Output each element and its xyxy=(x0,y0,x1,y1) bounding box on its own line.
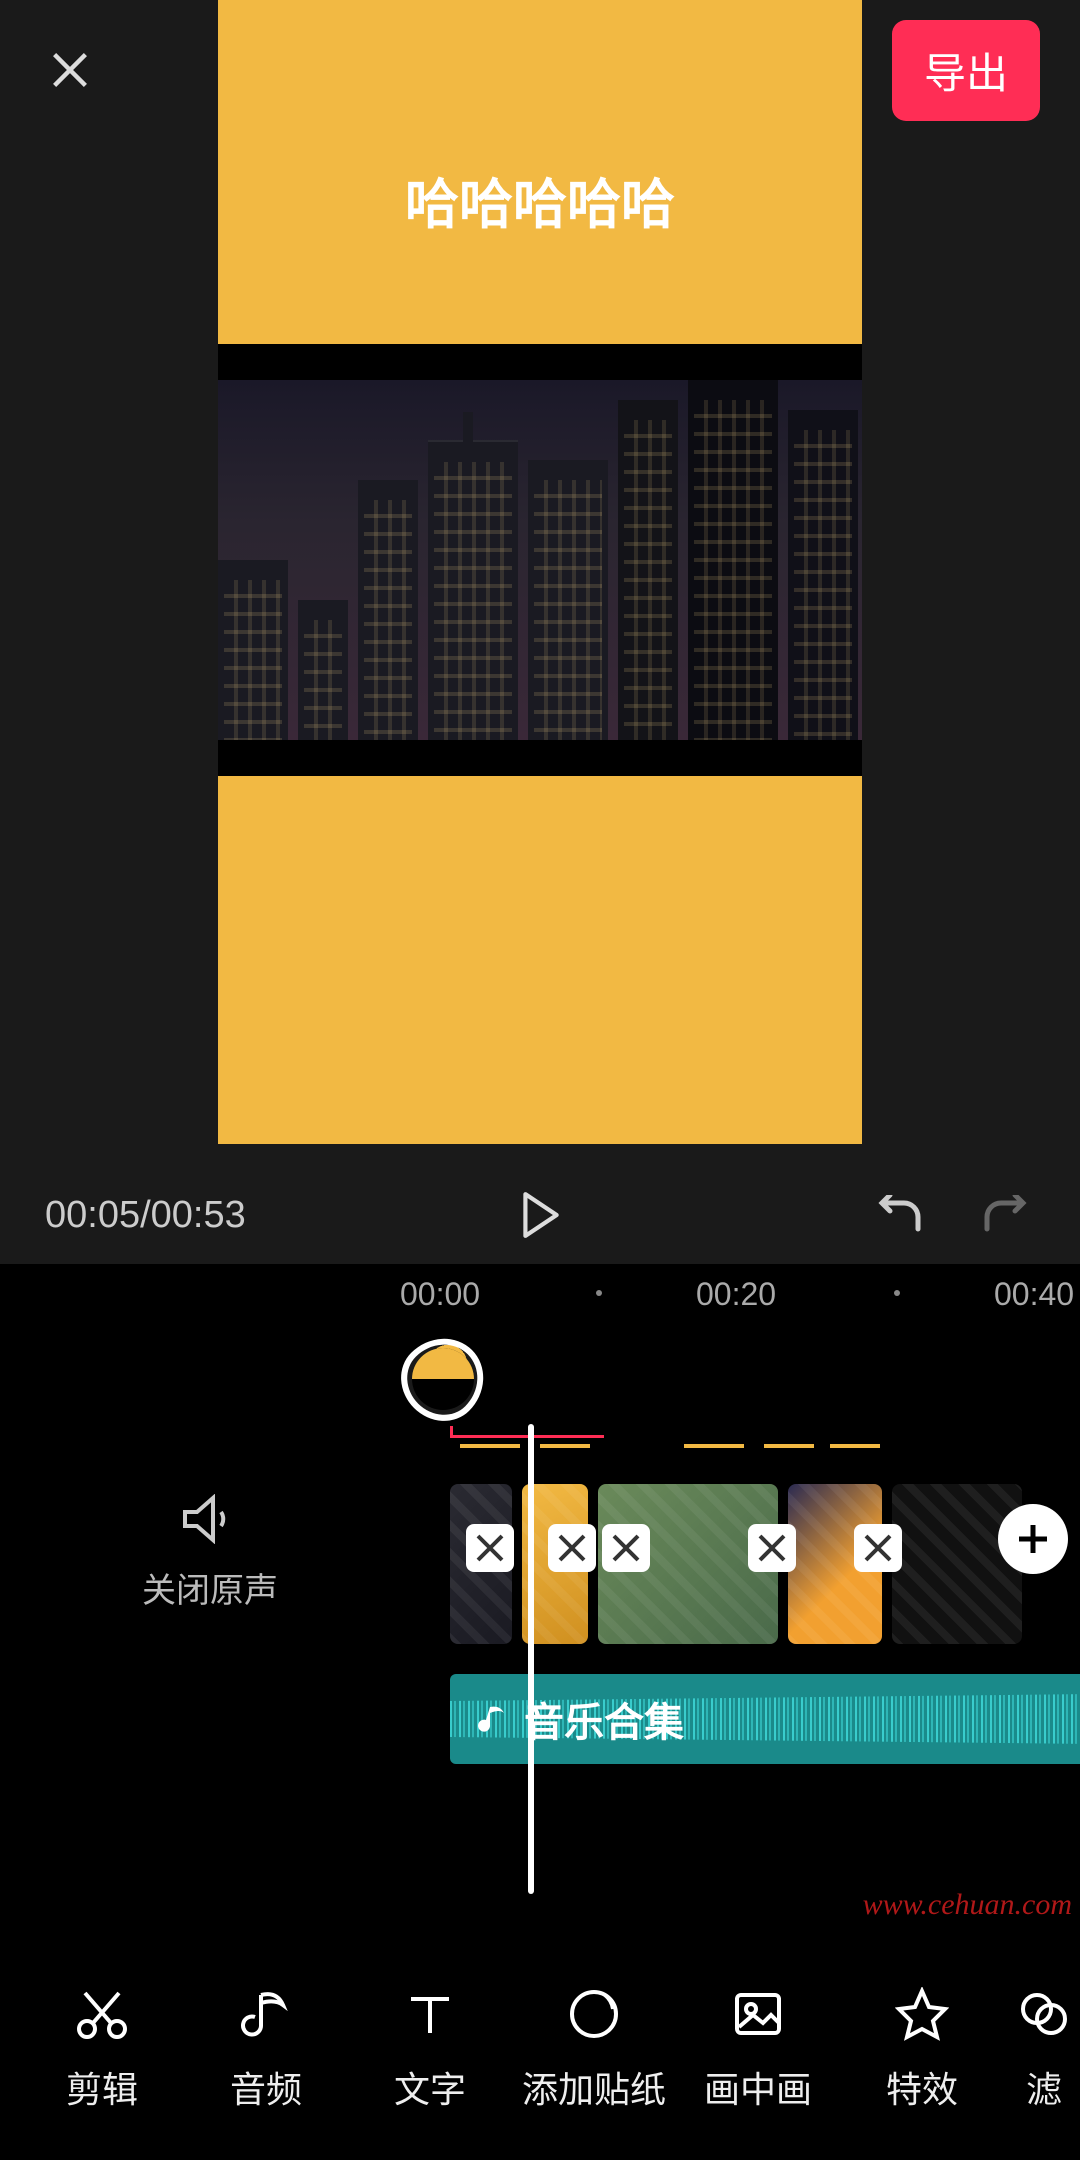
redo-button[interactable] xyxy=(975,1185,1035,1245)
audio-track-label: 音乐合集 xyxy=(524,1690,684,1748)
tool-pip[interactable]: 画中画 xyxy=(676,1987,840,2113)
tool-filter[interactable]: 滤 xyxy=(1004,1987,1080,2113)
timeline[interactable]: 00:00 00:20 00:40 关闭原声 xyxy=(0,1264,1080,1940)
transition-button[interactable] xyxy=(748,1524,796,1572)
playback-controls: 00:05/00:53 xyxy=(0,1170,1080,1260)
timeline-ruler: 00:00 00:20 00:40 xyxy=(0,1264,1080,1324)
watermark: www.cehuan.com xyxy=(863,1888,1072,1922)
tool-sticker[interactable]: 添加贴纸 xyxy=(512,1987,676,2113)
text-icon xyxy=(403,1987,457,2041)
add-clip-button[interactable] xyxy=(998,1504,1068,1574)
filter-icon xyxy=(1017,1987,1071,2041)
tool-audio[interactable]: 音频 xyxy=(184,1987,348,2113)
export-button[interactable]: 导出 xyxy=(892,20,1040,121)
undo-button[interactable] xyxy=(870,1185,930,1245)
scissors-icon xyxy=(75,1987,129,2041)
transition-button[interactable] xyxy=(466,1524,514,1572)
transition-button[interactable] xyxy=(854,1524,902,1572)
preview-video-frame xyxy=(218,344,862,776)
transition-button[interactable] xyxy=(548,1524,596,1572)
tool-text[interactable]: 文字 xyxy=(348,1987,512,2113)
preview-canvas[interactable]: 哈哈哈哈哈 xyxy=(218,0,862,1144)
close-button[interactable] xyxy=(40,40,100,100)
transition-button[interactable] xyxy=(602,1524,650,1572)
time-display: 00:05/00:53 xyxy=(45,1194,246,1237)
music-note-icon xyxy=(478,1703,510,1735)
video-track[interactable] xyxy=(450,1484,1022,1644)
sticker-icon xyxy=(567,1987,621,2041)
music-icon xyxy=(239,1987,293,2041)
annotation-track-marker[interactable] xyxy=(450,1426,604,1438)
video-clip[interactable] xyxy=(892,1484,1022,1644)
picture-icon xyxy=(731,1987,785,2041)
tool-cut[interactable]: 剪辑 xyxy=(20,1987,184,2113)
bottom-toolbar: 剪辑 音频 文字 添加贴纸 画中画 特效 滤 xyxy=(0,1940,1080,2160)
mute-original-button[interactable] xyxy=(181,1494,239,1549)
mute-label: 关闭原声 xyxy=(142,1563,278,1612)
playhead[interactable] xyxy=(528,1424,534,1894)
play-button[interactable] xyxy=(510,1185,570,1245)
star-icon xyxy=(895,1987,949,2041)
overlay-text: 哈哈哈哈哈 xyxy=(218,160,862,239)
tool-effect[interactable]: 特效 xyxy=(840,1987,1004,2113)
audio-track[interactable]: 音乐合集 xyxy=(450,1674,1080,1764)
